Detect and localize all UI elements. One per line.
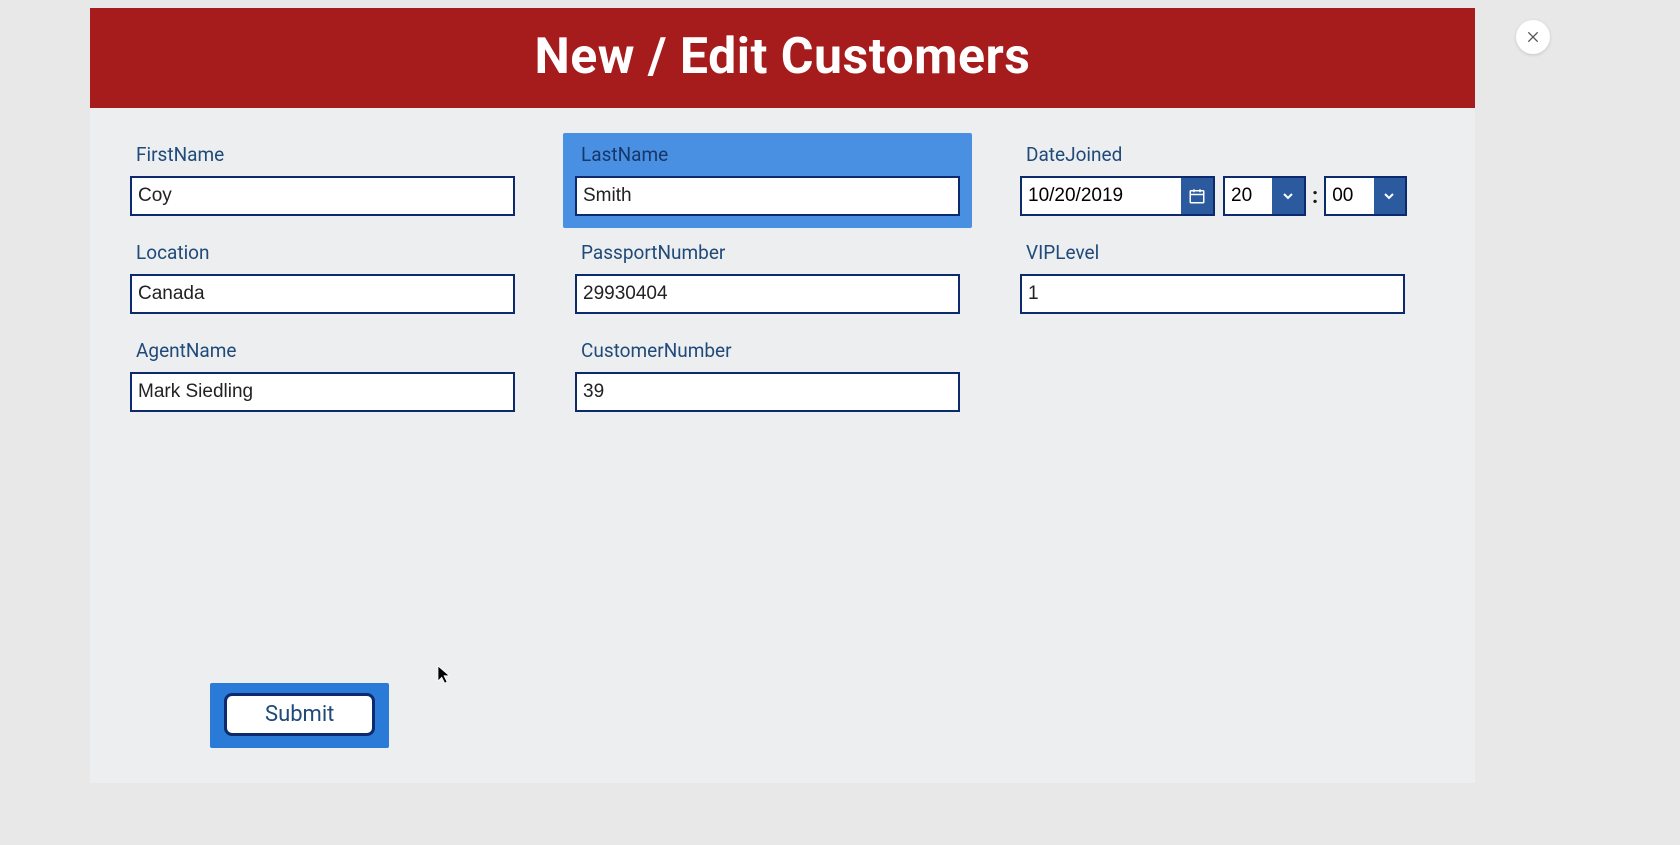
passport-input[interactable]	[575, 274, 960, 314]
hour-dropdown-button[interactable]	[1272, 178, 1304, 214]
viplevel-group: VIPLevel	[1020, 241, 1405, 314]
time-separator: :	[1312, 184, 1318, 209]
date-input[interactable]	[1022, 178, 1181, 214]
location-group: Location	[130, 241, 515, 314]
submit-area: Submit	[210, 683, 389, 748]
firstname-input[interactable]	[130, 176, 515, 216]
customernumber-input[interactable]	[575, 372, 960, 412]
minute-input-wrap	[1324, 176, 1407, 216]
location-input[interactable]	[130, 274, 515, 314]
agentname-label: AgentName	[130, 339, 515, 362]
modal-title: New / Edit Customers	[90, 28, 1475, 86]
passport-label: PassportNumber	[575, 241, 960, 264]
submit-button[interactable]: Submit	[224, 693, 375, 736]
datejoined-group: DateJoined	[1020, 143, 1405, 216]
form-row-3: AgentName CustomerNumber	[130, 339, 1435, 412]
lastname-input[interactable]	[575, 176, 960, 216]
lastname-group: LastName	[575, 143, 960, 216]
lastname-highlight: LastName	[563, 133, 972, 228]
form-row-1: FirstName LastName DateJoined	[130, 143, 1435, 216]
calendar-icon	[1188, 187, 1206, 205]
form-row-2: Location PassportNumber VIPLevel	[130, 241, 1435, 314]
passport-group: PassportNumber	[575, 241, 960, 314]
location-label: Location	[130, 241, 515, 264]
calendar-button[interactable]	[1181, 178, 1213, 214]
chevron-down-icon	[1280, 188, 1296, 204]
firstname-group: FirstName	[130, 143, 515, 216]
minute-dropdown-button[interactable]	[1374, 178, 1406, 214]
form-body: FirstName LastName DateJoined	[90, 108, 1475, 783]
submit-highlight: Submit	[210, 683, 389, 748]
modal-header: New / Edit Customers	[90, 8, 1475, 108]
customernumber-label: CustomerNumber	[575, 339, 960, 362]
firstname-label: FirstName	[130, 143, 515, 166]
agentname-input[interactable]	[130, 372, 515, 412]
customer-form-modal: New / Edit Customers FirstName LastName …	[90, 8, 1475, 783]
agentname-group: AgentName	[130, 339, 515, 412]
datejoined-controls: :	[1020, 176, 1405, 216]
hour-input-wrap	[1223, 176, 1306, 216]
close-button[interactable]	[1516, 20, 1550, 54]
chevron-down-icon	[1381, 188, 1397, 204]
close-icon	[1525, 29, 1541, 45]
date-input-wrap	[1020, 176, 1215, 216]
viplevel-input[interactable]	[1020, 274, 1405, 314]
viplevel-label: VIPLevel	[1020, 241, 1405, 264]
minute-input[interactable]	[1326, 178, 1373, 214]
datejoined-label: DateJoined	[1020, 143, 1405, 166]
customernumber-group: CustomerNumber	[575, 339, 960, 412]
lastname-label: LastName	[575, 143, 960, 166]
hour-input[interactable]	[1225, 178, 1272, 214]
